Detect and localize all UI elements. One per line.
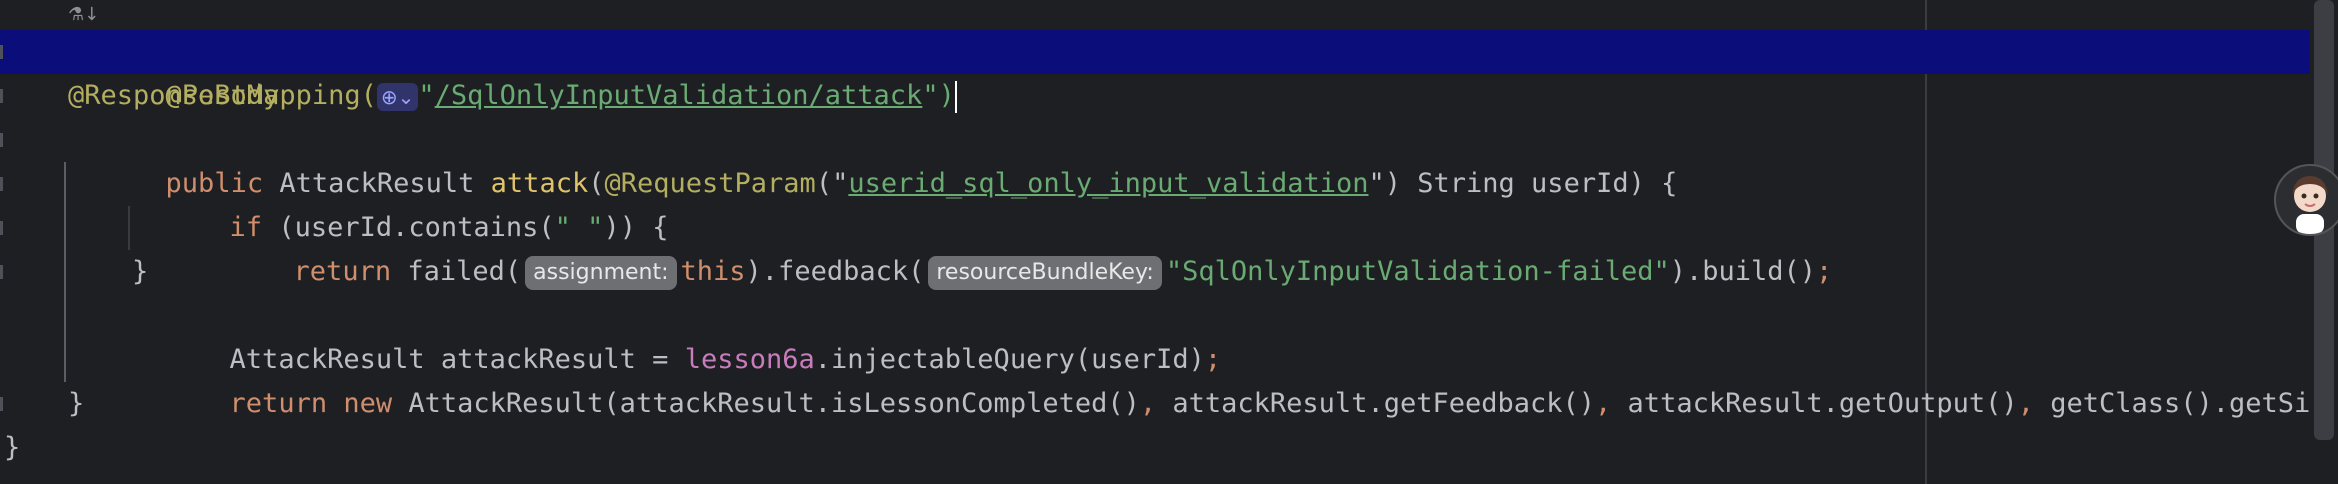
assistant-avatar-icon[interactable] xyxy=(2274,164,2338,236)
code-line-1[interactable]: @PostMapping(⊕⌄ "/SqlOnlyInputValidation/… xyxy=(0,30,2338,113)
gutter-marker[interactable] xyxy=(0,397,3,411)
code-line-2[interactable]: @ResponseBody xyxy=(0,74,2338,118)
code-line-7[interactable]: AttackResult attackResult = lesson6a.inj… xyxy=(0,294,2338,375)
code-line-9[interactable]: } xyxy=(0,382,2338,426)
indent-guide xyxy=(64,162,66,382)
annotation-responsebody: @ResponseBody xyxy=(68,80,280,111)
gutter-marker[interactable] xyxy=(0,133,3,147)
gutter-marker[interactable] xyxy=(0,177,3,191)
indent-guide xyxy=(128,206,130,250)
code-line-6[interactable]: } xyxy=(0,250,2338,294)
vertical-scrollbar[interactable] xyxy=(2310,0,2338,484)
gutter-marker[interactable] xyxy=(0,221,3,235)
gutter-marker[interactable] xyxy=(0,89,3,103)
code-line-4[interactable]: if (userId.contains(" ")) { xyxy=(0,162,2338,243)
code-line-8[interactable]: return new AttackResult(attackResult.isL… xyxy=(0,338,2338,419)
closing-brace: } xyxy=(132,256,149,287)
gutter-marker[interactable] xyxy=(0,265,3,279)
code-line-10[interactable]: } xyxy=(0,426,2338,470)
code-line-5[interactable]: return failed(assignment: this).feedback(… xyxy=(0,206,2338,290)
closing-brace: } xyxy=(68,388,85,419)
usage-inlay-hint[interactable]: ⚗↓ xyxy=(68,0,99,30)
code-line-3[interactable]: public AttackResult attack(@RequestParam… xyxy=(0,118,2338,199)
closing-brace: } xyxy=(4,432,21,463)
code-editor[interactable]: ⚗↓ @PostMapping(⊕⌄ "/SqlOnlyInputValidati… xyxy=(0,0,2338,484)
gutter-marker[interactable] xyxy=(0,45,3,59)
